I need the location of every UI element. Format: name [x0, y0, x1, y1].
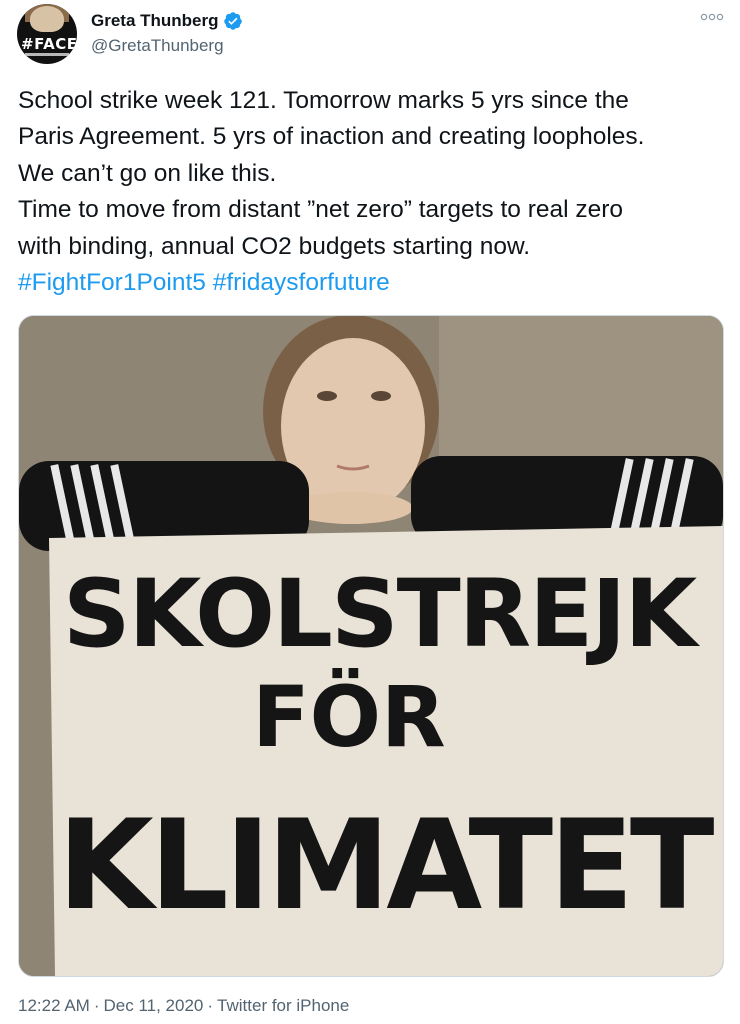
meta-separator: · — [93, 996, 100, 1015]
hashtag-line: #FightFor1Point5 #fridaysforfuture — [18, 265, 728, 301]
tweet-text-line: Paris Agreement. 5 yrs of inaction and c… — [18, 123, 645, 151]
tweet-text-line: Time to move from distant ”net zero” tar… — [18, 196, 624, 224]
tweet-meta: 12:22 AM · Dec 11, 2020 · Twitter for iPhone — [18, 996, 349, 1016]
tweet-photo[interactable]: SKOLSTREJK FÖR KLIMATET — [18, 315, 724, 977]
author-name-row: Greta Thunberg — [91, 10, 243, 32]
photo-eye-right — [371, 391, 391, 401]
hashtag-link[interactable]: #fridaysforfuture — [213, 269, 390, 296]
avatar[interactable]: #FACE — [17, 4, 77, 64]
avatar-face — [30, 6, 64, 32]
author-handle[interactable]: @GretaThunberg — [91, 36, 224, 56]
photo-sign-line-1: SKOLSTREJK — [63, 560, 701, 669]
display-name[interactable]: Greta Thunberg — [91, 11, 219, 31]
tweet-text-line: We can’t go on like this. — [18, 159, 277, 187]
tweet-text-line: School strike week 121. Tomorrow marks 5… — [18, 87, 629, 114]
photo-eye-left — [317, 391, 337, 401]
meta-separator: · — [207, 996, 214, 1015]
photo-sign-line-2: FÖR — [252, 668, 445, 766]
photo-illustration: SKOLSTREJK FÖR KLIMATET — [19, 316, 723, 976]
tweet-date[interactable]: Dec 11, 2020 — [104, 996, 204, 1015]
avatar-underline — [25, 53, 69, 56]
tweet-time[interactable]: 12:22 AM — [18, 996, 90, 1015]
photo-sign-line-3: KLIMATET — [58, 794, 714, 938]
tweet-text: School strike week 121. Tomorrow marks 5… — [18, 83, 728, 301]
hashtag-link[interactable]: #FightFor1Point5 — [18, 269, 206, 296]
tweet-source[interactable]: Twitter for iPhone — [217, 996, 349, 1015]
tweet: #FACE Greta Thunberg @GretaThunberg Scho… — [0, 0, 740, 1024]
verified-badge-icon — [223, 12, 242, 30]
tweet-text-line: with binding, annual CO2 budgets startin… — [18, 232, 531, 260]
avatar-text: #FACE — [21, 35, 77, 53]
more-options-icon[interactable] — [700, 10, 724, 24]
